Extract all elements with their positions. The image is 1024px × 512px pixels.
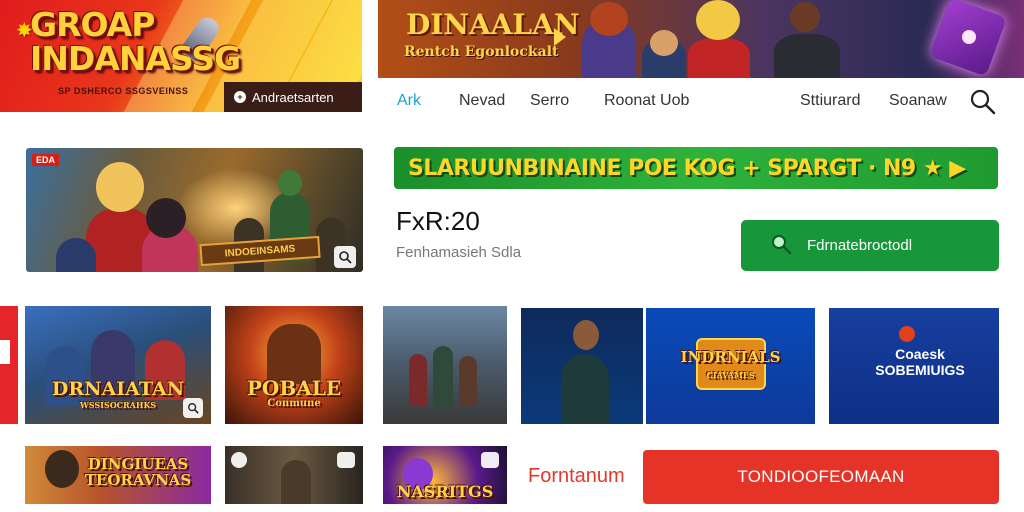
primary-action-button[interactable]: Fdrnatebroctodl — [741, 220, 999, 271]
tile-title: NASRITGS — [396, 482, 494, 501]
partial-tile-icon — [0, 340, 10, 364]
feature-character — [56, 238, 96, 272]
tile-subtitle: CIAVAMES — [706, 370, 755, 380]
hero-character-head — [650, 30, 678, 56]
game-tile[interactable]: INDRNIALS CIAVAMES — [646, 308, 815, 424]
primary-action-label: Fdrnatebroctodl — [807, 237, 913, 254]
game-tile[interactable]: DINGIUEAS TEORAVNAS — [25, 446, 211, 504]
game-tile[interactable]: Coaesk SOBEMIUIGS — [829, 308, 999, 424]
price-value: FxR:20 — [396, 206, 480, 236]
feature-character-head — [278, 170, 302, 196]
partial-tile[interactable] — [0, 306, 18, 424]
game-tile[interactable]: POBALE Conmune — [225, 306, 363, 424]
banner-action-button[interactable]: + Andraetsarten — [224, 82, 362, 112]
featured-badge: EDA — [32, 154, 60, 166]
logo-tagline: SP DSHERCO SSGSVEINSS — [58, 86, 189, 96]
nav-item-sttiurard[interactable]: Sttiurard — [800, 92, 860, 110]
tile-character — [267, 324, 321, 384]
tile-character — [459, 356, 477, 406]
cta-button[interactable]: TONDIOOFEOMAAN — [643, 450, 999, 504]
search-button[interactable] — [969, 88, 997, 116]
nav-item-roonat-uob[interactable]: Roonat Uob — [604, 92, 689, 110]
game-tile[interactable] — [383, 306, 507, 424]
zoom-button[interactable] — [334, 246, 356, 268]
game-tile[interactable] — [521, 308, 643, 424]
promo-strip[interactable]: SLARUUNBINAINE POE KOG + SPARGT · N9 ★ ▶ — [394, 147, 998, 189]
search-icon — [769, 232, 807, 260]
hero-character-head — [696, 0, 740, 40]
feature-character-head — [146, 198, 186, 238]
tile-character — [281, 460, 311, 504]
hero-character-head — [590, 2, 628, 36]
search-icon — [188, 403, 199, 414]
tile-character — [433, 346, 453, 408]
gem-core-icon — [962, 30, 976, 44]
zoom-button[interactable] — [183, 398, 203, 418]
tile-title: POBALE — [246, 376, 342, 400]
tile-subtitle: Conmune — [267, 398, 321, 409]
search-icon — [970, 89, 996, 115]
price-subtitle: Fenhamasieh Sdla — [396, 244, 522, 261]
chat-icon[interactable] — [231, 452, 247, 468]
logo-title: GROAP INDANASSG — [30, 5, 241, 78]
search-icon — [339, 251, 352, 264]
feature-character-head — [96, 162, 144, 212]
tile-emblem-icon — [899, 326, 915, 342]
tile-title: INDRNIALS — [680, 348, 781, 366]
nav-item-nevad[interactable]: Nevad — [459, 92, 505, 110]
game-tile[interactable]: DRNAIATAN WSSISOCRAHKS — [25, 306, 211, 424]
play-arrow-icon — [554, 28, 566, 46]
top-nav: Ark Nevad Serro Roonat Uob Sttiurard Soa… — [395, 86, 1005, 118]
hero-subtitle: Rentch Egonlockalt — [404, 44, 559, 60]
tile-character — [561, 354, 609, 424]
hero-character — [688, 38, 750, 78]
tile-title: DINGIUEAS TEORAVNAS — [84, 455, 192, 489]
hero-banner[interactable]: DINAALAN Rentch Egonlockalt — [378, 0, 1024, 78]
nav-item-serro[interactable]: Serro — [530, 92, 569, 110]
promo-text: SLARUUNBINAINE POE KOG + SPARGT · N9 ★ ▶ — [408, 155, 966, 181]
hero-character-head — [790, 2, 820, 32]
nav-item-ark[interactable]: Ark — [397, 92, 421, 110]
nav-item-soanaw[interactable]: Soanaw — [889, 92, 947, 110]
plus-icon: + — [234, 91, 246, 103]
tile-title: DRNAIATAN — [51, 378, 185, 400]
tile-character-head — [573, 320, 599, 350]
tile-text: Coaesk SOBEMIUIGS — [875, 346, 965, 378]
tile-character — [409, 354, 427, 406]
banner-action-label: Andraetsarten — [252, 89, 334, 105]
game-tile[interactable]: NASRITGS — [383, 446, 507, 504]
game-tile[interactable] — [225, 446, 363, 504]
hero-character — [774, 34, 840, 78]
cta-label: Forntanum — [528, 465, 625, 487]
message-icon[interactable] — [481, 452, 499, 468]
message-icon[interactable] — [337, 452, 355, 468]
